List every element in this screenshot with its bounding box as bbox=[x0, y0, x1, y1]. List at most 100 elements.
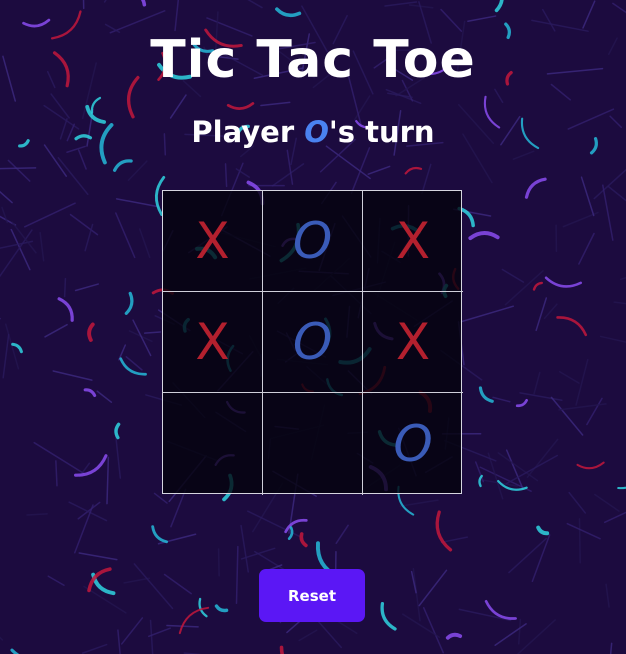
bg-streak bbox=[543, 303, 558, 320]
bg-streak bbox=[120, 617, 144, 645]
bg-streak bbox=[298, 629, 318, 642]
board-cell[interactable]: O bbox=[363, 393, 463, 495]
bg-accent-streak bbox=[214, 604, 229, 613]
bg-accent-streak bbox=[22, 18, 51, 28]
bg-streak bbox=[512, 150, 535, 160]
bg-accent-streak bbox=[576, 461, 605, 470]
bg-streak bbox=[494, 88, 504, 104]
bg-streak bbox=[550, 396, 584, 436]
bg-streak bbox=[133, 563, 174, 610]
bg-streak bbox=[271, 163, 305, 187]
bg-streak bbox=[518, 618, 522, 645]
current-player-mark: O bbox=[304, 115, 329, 149]
bg-accent-streak bbox=[536, 525, 550, 536]
bg-streak bbox=[115, 198, 159, 208]
bg-streak bbox=[10, 228, 31, 271]
bg-streak bbox=[254, 550, 287, 572]
bg-accent-streak bbox=[87, 322, 95, 342]
bg-streak bbox=[43, 144, 68, 177]
bg-accent-streak bbox=[532, 281, 544, 291]
bg-streak bbox=[603, 511, 626, 524]
bg-accent-streak bbox=[151, 525, 168, 544]
bg-streak bbox=[492, 396, 511, 403]
bg-accent-streak bbox=[10, 648, 20, 654]
bg-accent-streak bbox=[57, 297, 74, 322]
bg-streak bbox=[44, 323, 68, 338]
bg-streak bbox=[531, 534, 551, 583]
bg-streak bbox=[467, 15, 497, 23]
bg-accent-streak bbox=[140, 0, 147, 7]
game-board: X O X X O X O bbox=[162, 190, 463, 495]
bg-streak bbox=[81, 643, 108, 654]
page-title: Tic Tac Toe bbox=[150, 30, 476, 90]
turn-status: Player O's turn bbox=[0, 115, 626, 149]
board-cell[interactable]: O bbox=[263, 191, 363, 292]
bg-accent-streak bbox=[112, 159, 133, 172]
bg-streak bbox=[96, 390, 113, 403]
bg-streak bbox=[115, 212, 136, 259]
bg-streak bbox=[217, 548, 220, 577]
bg-streak bbox=[260, 101, 291, 107]
bg-streak bbox=[143, 331, 162, 334]
bg-streak bbox=[460, 305, 515, 323]
board-cell[interactable]: X bbox=[163, 292, 263, 393]
board-cell[interactable]: X bbox=[163, 191, 263, 292]
bg-streak bbox=[24, 202, 76, 228]
bg-streak bbox=[74, 283, 99, 292]
bg-streak bbox=[0, 190, 13, 204]
bg-streak bbox=[39, 231, 45, 262]
bg-streak bbox=[535, 297, 548, 332]
status-prefix: Player bbox=[191, 115, 305, 149]
bg-streak bbox=[566, 522, 601, 540]
bg-streak bbox=[541, 8, 556, 32]
bg-accent-streak bbox=[83, 388, 97, 398]
board-cell[interactable] bbox=[263, 393, 363, 495]
bg-streak bbox=[612, 2, 626, 14]
bg-streak bbox=[103, 0, 107, 3]
bg-streak bbox=[132, 319, 152, 357]
bg-streak bbox=[558, 370, 580, 384]
bg-streak bbox=[609, 642, 613, 654]
reset-button[interactable]: Reset bbox=[259, 569, 365, 622]
bg-streak bbox=[2, 333, 10, 379]
bg-streak bbox=[599, 335, 626, 343]
bg-streak bbox=[77, 149, 87, 170]
board-cell[interactable]: O bbox=[263, 292, 363, 393]
bg-streak bbox=[286, 149, 294, 185]
bg-accent-streak bbox=[515, 398, 528, 408]
bg-accent-streak bbox=[279, 645, 285, 654]
bg-streak bbox=[418, 569, 448, 607]
bg-accent-streak bbox=[494, 0, 504, 13]
bg-streak bbox=[578, 518, 581, 564]
bg-streak bbox=[422, 607, 445, 654]
bg-streak bbox=[508, 537, 547, 574]
bg-streak bbox=[613, 301, 626, 305]
bg-streak bbox=[0, 167, 37, 170]
board-cell[interactable]: X bbox=[363, 191, 463, 292]
bg-streak bbox=[69, 213, 99, 236]
bg-streak bbox=[458, 608, 512, 622]
bg-streak bbox=[558, 403, 607, 411]
bg-streak bbox=[402, 613, 441, 639]
bg-streak bbox=[619, 276, 626, 281]
bg-streak bbox=[607, 185, 626, 202]
bg-accent-streak bbox=[119, 357, 147, 376]
bg-streak bbox=[593, 168, 626, 200]
bg-streak bbox=[501, 268, 525, 283]
bg-streak bbox=[138, 228, 151, 258]
bg-streak bbox=[602, 184, 614, 241]
bg-accent-streak bbox=[299, 532, 308, 548]
board-cell[interactable]: X bbox=[363, 292, 463, 393]
bg-accent-streak bbox=[556, 316, 588, 337]
bg-streak bbox=[174, 0, 180, 32]
bg-streak bbox=[26, 513, 48, 516]
bg-streak bbox=[367, 165, 391, 175]
bg-accent-streak bbox=[124, 291, 134, 315]
bg-accent-streak bbox=[445, 632, 463, 640]
bg-streak bbox=[335, 524, 349, 545]
bg-streak bbox=[33, 441, 85, 475]
bg-streak bbox=[440, 536, 468, 544]
bg-streak bbox=[0, 636, 4, 641]
bg-streak bbox=[533, 371, 541, 395]
board-cell[interactable] bbox=[163, 393, 263, 495]
